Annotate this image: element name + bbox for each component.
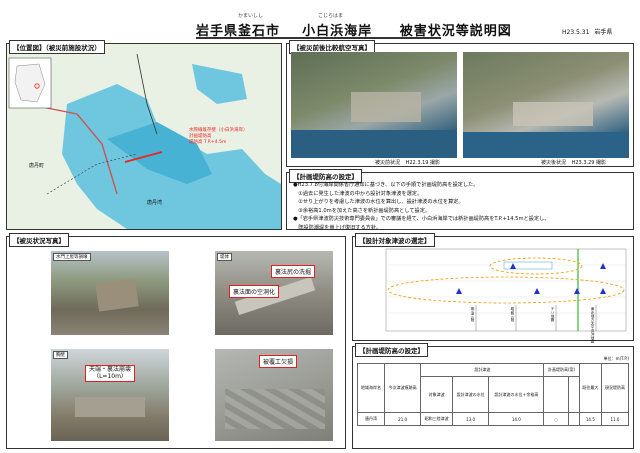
aerial-before-date: H22.3.19 撮影 [405,160,441,166]
aerial-before-photo [291,52,457,158]
design-wave-series-1: 明治三陸 [471,307,475,322]
damage-photo-parapet-label: 胸壁 [53,351,68,359]
aerial-before-label: 被災前状況 [375,160,401,166]
plan-height-table-wrap: 地域海岸名 今次津波痕跡高 設計津波 計画堤防高(案) 既往最大 現況堤防高 対… [357,363,630,426]
aerial-photo-panel: 【被災前後比較航空写真】 被災前状況 H22.3.19 撮影 被災後状況 H23… [286,40,634,167]
damage-photos-panel: 【被災状況写真】 水門上屋等損壊 堤体 裏法尻の洗掘 裏法面の空洞化 胸壁 天端… [6,233,346,449]
th-design-level: 設計津波の水位 [451,376,490,413]
damage-tag-crown-collapse: 天端・裏法崩壊 （L=10m） [85,365,136,382]
location-map-panel: 【位置図】（被災前施設状況） 水際線既存壁（小白浜海岸） 計画堤防高 堤防高 T… [6,40,282,230]
title-coast-ruby: こじらはま [318,13,344,19]
th-plan-a [543,376,569,413]
design-wave-series-3: チリ地震 [551,307,555,322]
damage-photo-gate-label: 水門上屋等損壊 [53,253,91,261]
aerial-after-label: 被災後状況 [541,160,567,166]
title-city-ruby: かまいしし [238,13,264,19]
header-date-org: H23.5.31 岩手県 [562,27,612,36]
plan-setting-line-5: ●「岩手県津波防災技術専門委員会」での審議を経て、小白浜海岸では新計画堤防高をT… [293,216,550,222]
plan-setting-panel: 【計画堤防高の設定】 ●H23.7.8付海岸関係省庁通知に基づき、以下の手順で計… [286,169,634,232]
th-region: 地域海岸名 [357,363,385,413]
header-org: 岩手県 [594,29,613,36]
td-plan-a: ○ [543,412,569,426]
th-design-level-margin: 設計津波の水位＋余裕高 [488,376,545,413]
th-plan-height: 計画堤防高(案) [543,363,580,377]
damage-tag-crown-collapse-length: （L=10m） [93,372,127,380]
th-target-wave: 対象津波 [420,376,453,413]
header-date: H23.5.31 [562,29,590,36]
td-max-past: 14.5 [578,412,602,426]
damage-tag-cavity: 裏法面の空洞化 [229,285,280,298]
th-current-height: 現況堤防高 [600,363,630,413]
plan-height-table: 地域海岸名 今次津波痕跡高 設計津波 計画堤防高(案) 既往最大 現況堤防高 対… [357,363,630,426]
plan-height-caption: 【計画堤防高の設定】 [355,343,428,357]
aerial-after-caption: 被災後状況 H23.3.29 撮影 [541,159,606,166]
td-current-height: 11.0 [600,412,630,426]
th-plan-b [567,376,580,413]
location-map-caption: 【位置図】（被災前施設状況） [9,40,105,54]
damage-photos-caption: 【被災状況写真】 [9,233,69,247]
plan-setting-text: ●H23.7.8付海岸関係省庁通知に基づき、以下の手順で計画堤防高を設定した。 … [293,181,631,232]
aerial-after-photo [463,52,629,158]
damage-photo-gate [51,251,169,335]
map-place-bay: 唐丹湾 [147,200,163,206]
design-wave-panel: 【設計対象津波の選定】 明治三陸 昭和三陸 チリ地震 東北地方太平洋沖地震 [352,233,634,343]
td-plan-b [567,412,580,426]
design-wave-series-2: 昭和三陸 [511,307,515,322]
td-region: 唐丹湾 [357,412,385,426]
damage-photo-embankment-label: 堤体 [217,253,232,261]
td-design-level: 13.0 [451,412,490,426]
plan-setting-line-4: ③余裕高1.0mを加えた高さを新計画堤防高として設定。 [293,207,431,214]
plan-setting-line-1: ●H23.7.8付海岸関係省庁通知に基づき、以下の手順で計画堤防高を設定した。 [293,182,479,188]
map-legend-line-2: 堤防高 T.P.+4.5m [189,140,227,145]
th-trace-height: 今次津波痕跡高 [383,363,422,413]
design-wave-series-4: 東北地方太平洋沖地震 [591,307,595,343]
plan-setting-line-2: ①過去に発生した津波の中から設計対象津波を選定。 [293,190,423,197]
td-design-level-margin: 14.0 [488,412,545,426]
aerial-after-date: H23.3.29 撮影 [571,160,607,166]
aerial-before-caption: 被災前状況 H22.3.19 撮影 [375,159,440,166]
plan-height-unit: 単位：m(T.P.) [603,356,629,361]
damage-photo-parapet [51,349,169,441]
plan-setting-line-6: 既設防潮堤を嵩上げ復旧する方針。 [293,224,382,231]
map-place-town: 唐丹町 [29,163,45,169]
td-target-wave: 昭和三陸津波 [420,412,453,426]
plan-height-panel: 【計画堤防高の設定】 単位：m(T.P.) 地域海岸名 今次津波痕跡高 設計津波… [352,343,634,449]
damage-tag-toe-scour: 裏法尻の洗掘 [271,265,316,278]
plan-setting-line-3: ②せり上がりを考慮した津波の水位を算出し、設計津波の水位を算定。 [293,199,464,205]
map-legend: 水際線既存壁（小白浜海岸） 計画堤防高 堤防高 T.P.+4.5m [189,128,248,146]
td-trace-height: 21.0 [383,412,422,426]
th-max-past: 既往最大 [578,363,602,413]
damage-tag-cover-loss: 被覆工欠損 [259,355,298,368]
th-design-wave: 設計津波 [420,363,545,377]
title-underline [196,37,441,39]
